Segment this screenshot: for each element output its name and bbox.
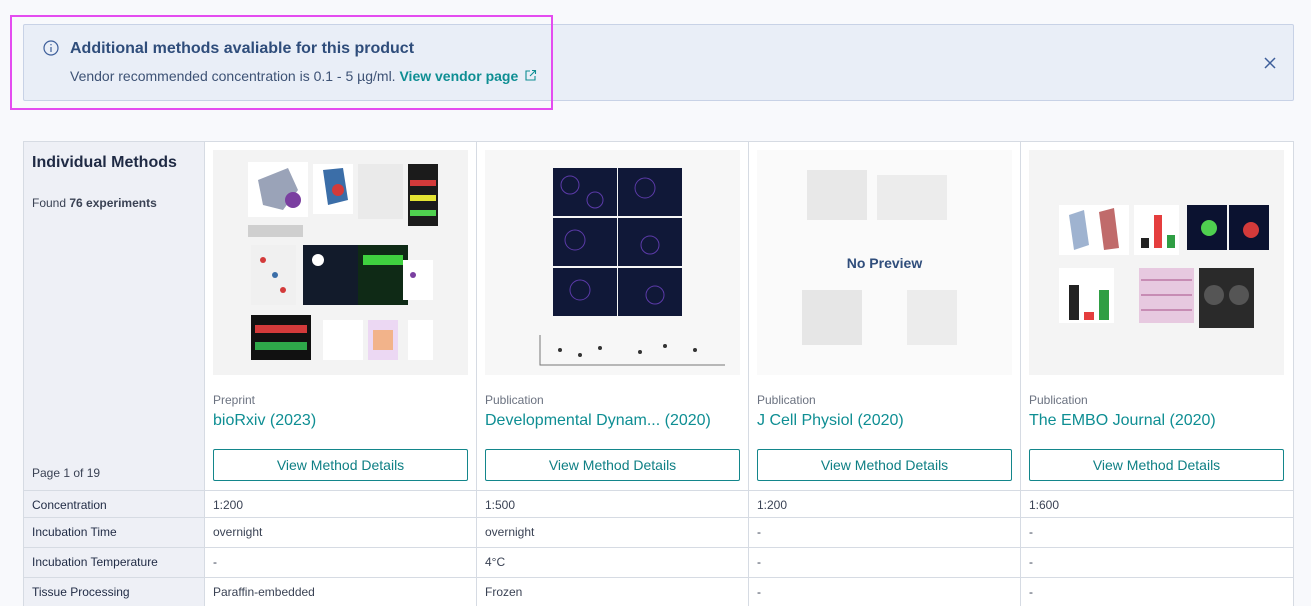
publication-title[interactable]: Developmental Dynam... (2020) [485,412,711,430]
table-row: Incubation Time overnight overnight - - [24,517,1293,547]
table-cell: Frozen [477,578,749,606]
source-type: Publication [757,393,816,407]
no-preview-label: No Preview [846,254,923,271]
table-cell: overnight [477,518,749,547]
table-row: Concentration 1:200 1:500 1:200 1:600 [24,490,1293,517]
method-card: Publication Developmental Dynam... (2020… [477,142,749,490]
table-cell: 1:200 [749,491,1021,517]
table-cell: - [1029,525,1033,539]
source-type: Publication [485,393,544,407]
close-icon[interactable] [1263,56,1277,70]
method-card: Preprint bioRxiv (2023) View Method Deta… [205,142,477,490]
table-cell: 1:500 [477,491,749,517]
figure-thumbnail[interactable] [213,150,468,375]
table-cell: 4°C [477,548,749,577]
table-cell: 1:200 [205,491,477,517]
figure-thumbnail[interactable] [485,150,740,375]
experiments-count: Found 76 experiments [32,196,157,210]
publication-title[interactable]: bioRxiv (2023) [213,412,316,430]
found-count: 76 experiments [69,196,157,210]
source-type: Preprint [213,393,256,407]
publication-title[interactable]: J Cell Physiol (2020) [757,412,904,430]
figure-thumbnail[interactable] [1029,150,1284,375]
method-card: Publication The EMBO Journal (2020) View… [1021,142,1293,490]
methods-summary-column: Individual Methods Found 76 experiments … [24,142,205,490]
methods-heading: Individual Methods [32,154,177,171]
figure-thumbnail[interactable]: No Preview [757,150,1012,375]
method-card: No Preview Publication J Cell Physiol (2… [749,142,1021,490]
view-method-details-button[interactable]: View Method Details [485,449,740,481]
view-method-details-button[interactable]: View Method Details [213,449,468,481]
table-row: Tissue Processing Paraffin-embedded Froz… [24,577,1293,606]
methods-table: Individual Methods Found 76 experiments … [23,141,1294,606]
table-row: Incubation Temperature - 4°C - - [24,547,1293,577]
source-type: Publication [1029,393,1088,407]
found-prefix: Found [32,196,67,210]
row-label: Concentration [24,491,205,517]
view-method-details-button[interactable]: View Method Details [1029,449,1284,481]
banner-highlight-box [10,15,553,110]
page-indicator: Page 1 of 19 [32,466,101,480]
table-cell: overnight [205,518,477,547]
publication-title[interactable]: The EMBO Journal (2020) [1029,412,1216,430]
table-cell: Paraffin-embedded [205,578,477,606]
table-cell: - [749,548,1021,577]
row-label: Incubation Temperature [24,548,205,577]
row-label: Incubation Time [24,518,205,547]
table-cell: - [1029,555,1033,569]
table-cell: - [205,548,477,577]
table-cell: 1:600 [1029,498,1060,512]
view-method-details-button[interactable]: View Method Details [757,449,1012,481]
table-cell: - [1029,585,1033,599]
table-cell: - [749,518,1021,547]
row-label: Tissue Processing [24,578,205,606]
table-cell: - [749,578,1021,606]
